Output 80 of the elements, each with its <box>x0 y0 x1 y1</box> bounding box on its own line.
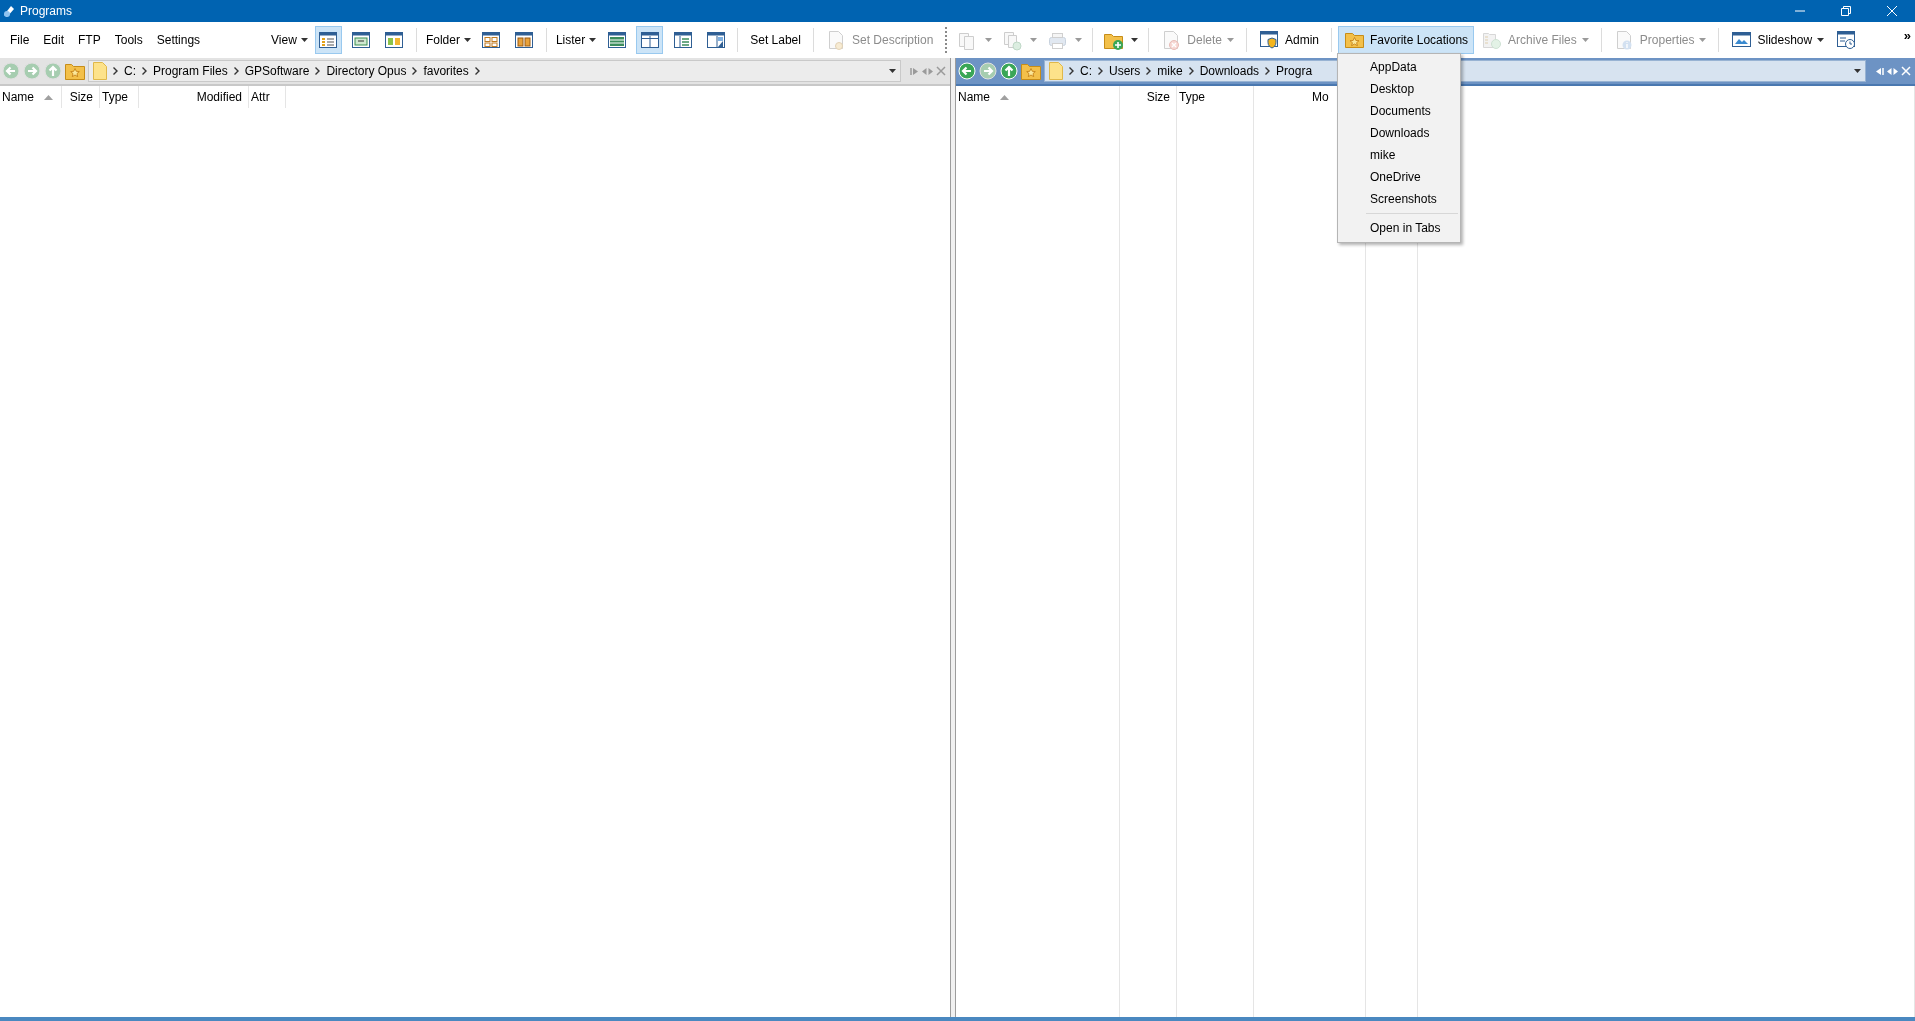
column-header[interactable]: Mo <box>1312 90 1329 104</box>
menu-item[interactable]: Open in Tabs <box>1338 217 1461 239</box>
folder-icon <box>93 62 107 80</box>
caret-icon <box>463 38 471 42</box>
folder-grid-icon[interactable] <box>481 31 502 49</box>
caret-icon <box>1854 69 1861 73</box>
column-header[interactable]: Size <box>1146 90 1170 104</box>
path-segment[interactable]: mike <box>1157 64 1183 78</box>
tree-pane-icon[interactable] <box>672 31 693 49</box>
path-segment[interactable]: C: <box>1080 64 1092 78</box>
collapse-left-icon[interactable] <box>1875 66 1884 76</box>
chevron-icon <box>1069 67 1074 75</box>
dropdown-button[interactable]: View <box>268 26 311 54</box>
path-segment[interactable]: Directory Opus <box>326 64 407 78</box>
column-header[interactable]: Type <box>1179 90 1205 104</box>
chevron-icon <box>1098 67 1103 75</box>
chevron-icon <box>315 67 321 75</box>
path-segment[interactable]: Progra <box>1276 64 1313 78</box>
list-view-icon[interactable] <box>351 31 372 49</box>
schedule-icon[interactable] <box>1836 29 1858 51</box>
up-icon[interactable] <box>44 62 62 80</box>
viewer-pane-icon[interactable] <box>705 31 726 49</box>
chevron-icon <box>233 67 239 75</box>
dropdown-button[interactable]: Lister <box>552 26 600 54</box>
toolbar-button[interactable]: Admin <box>1253 26 1326 54</box>
column-header[interactable]: Name <box>2 90 34 104</box>
back-icon[interactable] <box>2 62 20 80</box>
path-segment[interactable]: C: <box>124 64 136 78</box>
details-view-icon[interactable] <box>318 31 339 49</box>
single-pane-icon[interactable] <box>606 31 627 49</box>
dropdown-button[interactable]: Folder <box>422 26 474 54</box>
path-segment[interactable]: GPSoftware <box>244 64 310 78</box>
caret-icon <box>300 38 308 42</box>
column-header[interactable]: Attr <box>251 90 270 104</box>
menu-item[interactable]: Screenshots <box>1338 188 1461 210</box>
dual-pane-icon[interactable] <box>639 31 660 49</box>
menu-item[interactable]: OneDrive <box>1338 166 1461 188</box>
restore-icon[interactable] <box>1841 6 1851 16</box>
column-header[interactable]: Modified <box>196 90 242 104</box>
forward-icon[interactable] <box>23 62 41 80</box>
menu-item[interactable]: Tools <box>108 33 149 47</box>
menu-item[interactable]: Settings <box>150 33 207 47</box>
thumbnail-view-icon[interactable] <box>384 31 405 49</box>
path-segment[interactable]: Users <box>1109 64 1141 78</box>
toolbar-button[interactable]: Slideshow <box>1725 26 1831 54</box>
chevron-icon <box>1146 67 1152 75</box>
path-segment[interactable]: favorites <box>423 64 469 78</box>
admin-icon <box>1259 29 1280 51</box>
menu-item[interactable]: Documents <box>1338 100 1461 122</box>
folder-pair-icon[interactable] <box>514 31 535 49</box>
window-title: Programs <box>20 4 73 18</box>
column-header[interactable]: Name <box>958 90 990 104</box>
chevron-icon <box>113 67 118 75</box>
menu-item[interactable]: mike <box>1338 144 1461 166</box>
resize-icon[interactable] <box>922 66 933 76</box>
forward-icon[interactable] <box>979 62 997 80</box>
resize-icon[interactable] <box>1887 66 1898 76</box>
chevron-icon <box>412 67 418 75</box>
path-segment[interactable]: Downloads <box>1199 64 1260 78</box>
menu-item[interactable]: Downloads <box>1338 122 1461 144</box>
path-segment[interactable]: Program Files <box>153 64 228 78</box>
overflow-button[interactable]: » <box>1903 26 1911 43</box>
chevron-icon <box>142 67 147 75</box>
column-header[interactable]: Size <box>69 90 93 104</box>
menu-item[interactable]: Edit <box>37 33 71 47</box>
chevron-icon <box>1188 67 1194 75</box>
app-icon <box>2 4 16 18</box>
star-folder-icon[interactable] <box>1021 62 1041 80</box>
chevron-icon <box>1265 67 1271 75</box>
collapse-right-icon[interactable] <box>910 66 919 76</box>
menu-item[interactable]: FTP <box>72 33 107 47</box>
path-field[interactable]: C: Program Files GPSoftware Directory Opus favorites <box>88 60 901 82</box>
toolbar-button[interactable]: Favorite Locations <box>1338 26 1475 54</box>
caret-icon <box>589 38 597 42</box>
toolbar-button[interactable]: Set Label <box>744 26 807 54</box>
caret-icon <box>889 69 896 73</box>
menu-item[interactable]: File <box>4 33 36 47</box>
folder-icon <box>1049 62 1063 80</box>
column-header[interactable]: Type <box>102 90 128 104</box>
star-folder-icon[interactable] <box>65 62 85 80</box>
